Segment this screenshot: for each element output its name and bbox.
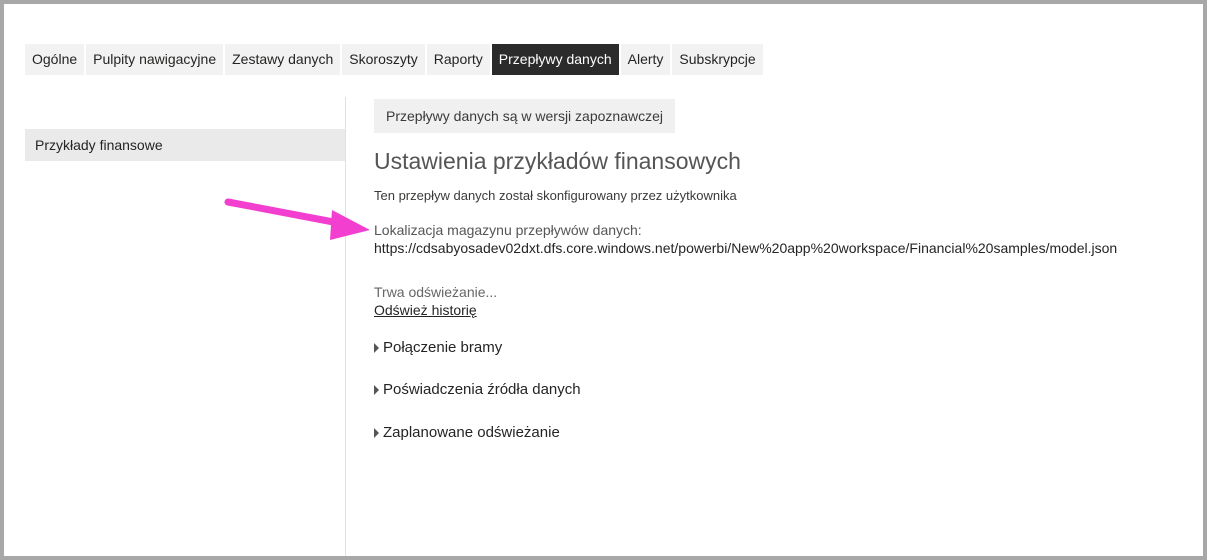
refresh-status: Trwa odświeżanie... (374, 284, 498, 300)
section-data-source-credentials[interactable]: Poświadczenia źródła danych (374, 381, 581, 398)
section-label: Połączenie bramy (383, 339, 503, 356)
refresh-history-link[interactable]: Odśwież historię (374, 302, 477, 318)
configured-by-text: Ten przepływ danych został skonfigurowan… (374, 188, 737, 203)
tab-dashboards[interactable]: Pulpity nawigacyjne (86, 44, 224, 75)
screenshot-frame (0, 0, 1207, 560)
caret-right-icon (374, 427, 379, 438)
panel-divider (345, 97, 346, 556)
section-label: Poświadczenia źródła danych (383, 381, 581, 398)
page-title: Ustawienia przykładów finansowych (374, 148, 741, 174)
storage-location-label: Lokalizacja magazynu przepływów danych: (374, 222, 642, 238)
sidebar-item-financial-samples[interactable]: Przykłady finansowe (25, 129, 345, 161)
caret-right-icon (374, 384, 379, 395)
pointer-arrow-icon (224, 198, 370, 240)
preview-banner: Przepływy danych są w wersji zapoznawcze… (374, 99, 675, 133)
tab-general[interactable]: Ogólne (25, 44, 85, 75)
tab-datasets[interactable]: Zestawy danych (225, 44, 341, 75)
tab-workbooks[interactable]: Skoroszyty (342, 44, 425, 75)
dataflow-list: Przykłady finansowe (25, 129, 345, 161)
caret-right-icon (374, 342, 379, 353)
tab-alerts[interactable]: Alerty (620, 44, 671, 75)
settings-tabs: Ogólne Pulpity nawigacyjne Zestawy danyc… (25, 44, 765, 75)
section-gateway-connection[interactable]: Połączenie bramy (374, 339, 502, 356)
tab-dataflows[interactable]: Przepływy danych (491, 44, 619, 75)
tab-subscriptions[interactable]: Subskrypcje (672, 44, 763, 75)
tab-reports[interactable]: Raporty (426, 44, 490, 75)
section-label: Zaplanowane odświeżanie (383, 424, 560, 441)
storage-location-url: https://cdsabyosadev02dxt.dfs.core.windo… (374, 240, 1118, 256)
section-scheduled-refresh[interactable]: Zaplanowane odświeżanie (374, 424, 560, 441)
